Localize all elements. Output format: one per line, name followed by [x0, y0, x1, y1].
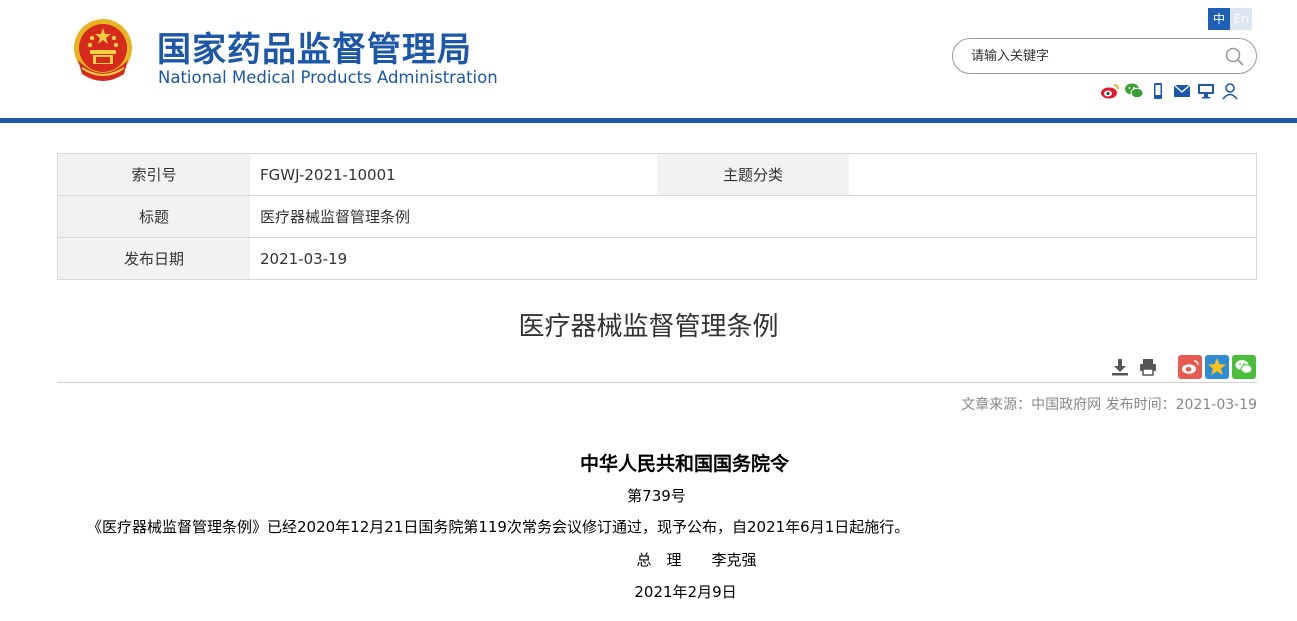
search-icon[interactable]	[1224, 46, 1246, 68]
user-icon[interactable]	[1220, 81, 1240, 101]
order-number: 第739号	[627, 487, 686, 505]
site-header: 国家药品监督管理局 National Medical Products Admi…	[0, 0, 1297, 118]
document-info-table: 索引号 FGWJ-2021-10001 主题分类 标题 医疗器械监督管理条例 发…	[57, 153, 1257, 280]
article-divider	[57, 382, 1257, 383]
index-label: 索引号	[58, 154, 250, 195]
header-divider	[0, 118, 1297, 123]
national-emblem-logo[interactable]	[70, 16, 136, 88]
weibo-icon[interactable]	[1100, 81, 1120, 101]
title-label: 标题	[58, 196, 250, 237]
order-signature: 总 理 李克强	[636, 551, 757, 569]
date-value: 2021-03-19	[260, 250, 348, 268]
index-value: FGWJ-2021-10001	[260, 166, 396, 184]
search-input[interactable]	[971, 46, 1211, 66]
download-icon[interactable]	[1108, 355, 1132, 379]
social-links	[1100, 80, 1240, 102]
date-label: 发布日期	[58, 238, 250, 279]
mobile-icon[interactable]	[1148, 81, 1168, 101]
weibo-share-icon[interactable]	[1178, 355, 1202, 379]
monitor-icon[interactable]	[1196, 81, 1216, 101]
article-toolbar	[1108, 355, 1256, 379]
lang-en-button[interactable]: En	[1230, 8, 1252, 30]
article-meta: 文章来源：中国政府网 发布时间：2021-03-19	[961, 397, 1257, 413]
wechat-icon[interactable]	[1124, 81, 1144, 101]
qzone-share-icon[interactable]	[1205, 355, 1229, 379]
title-value: 医疗器械监督管理条例	[260, 208, 411, 226]
info-row-date: 发布日期 2021-03-19	[58, 238, 1256, 279]
mail-icon[interactable]	[1172, 81, 1192, 101]
category-label: 主题分类	[657, 154, 849, 195]
info-row-index: 索引号 FGWJ-2021-10001 主题分类	[58, 154, 1256, 196]
language-switch: 中 En	[1208, 8, 1252, 30]
search-box	[952, 38, 1257, 74]
article-title: 医疗器械监督管理条例	[518, 312, 779, 342]
site-title-en[interactable]: National Medical Products Administration	[158, 68, 498, 87]
order-date: 2021年2月9日	[634, 583, 737, 601]
info-row-title: 标题 医疗器械监督管理条例	[58, 196, 1256, 238]
print-icon[interactable]	[1136, 355, 1160, 379]
order-title: 中华人民共和国国务院令	[579, 453, 789, 475]
category-value	[849, 154, 1256, 195]
lang-zh-button[interactable]: 中	[1208, 8, 1230, 30]
site-title-cn[interactable]: 国家药品监督管理局	[157, 22, 472, 71]
order-text: 《医疗器械监督管理条例》已经2020年12月21日国务院第119次常务会议修订通…	[87, 518, 910, 536]
wechat-share-icon[interactable]	[1232, 355, 1256, 379]
